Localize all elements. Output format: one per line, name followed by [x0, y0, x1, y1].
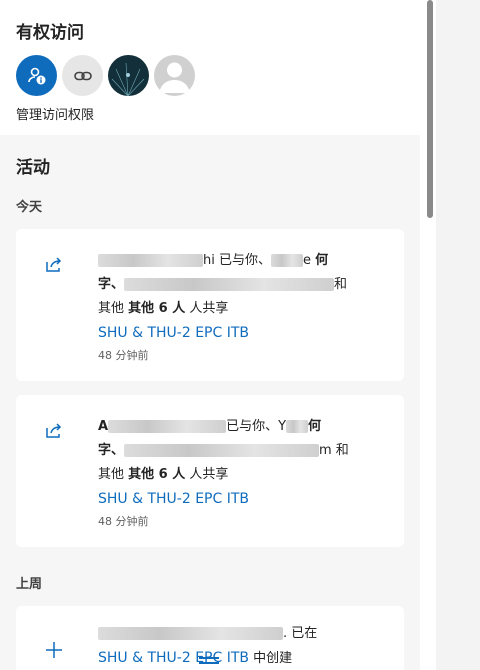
person-name: 字、 [98, 443, 125, 458]
activity-line: hi 已与你、 e 何 [98, 249, 388, 273]
created-text: 中创建 [249, 651, 293, 666]
activity-text: . 已在 SHU & THU-2 EPC ITB 中创建 [98, 622, 388, 670]
others-count: 其他 6 人 [128, 467, 186, 482]
redacted-email [124, 278, 335, 291]
day-label-last-week: 上周 [16, 577, 43, 592]
activity-section: 活动 今天 hi 已与你、 e 何 字、 和 其他 其他 6 人 人共享 SHU … [0, 135, 420, 670]
share-text: 和 [334, 277, 348, 292]
activity-line: A 已与你、Y 何 [98, 415, 388, 439]
share-text: m 和 [319, 443, 349, 458]
right-edge-strip [436, 0, 480, 670]
user-photo-icon [111, 62, 145, 96]
others-count: 其他 6 人 [128, 301, 186, 316]
access-section: 有权访问 管理访问权限 [0, 0, 420, 135]
person-name: A [98, 419, 109, 434]
activity-line: 字、 和 [98, 273, 388, 297]
link-icon [73, 71, 92, 80]
project-link[interactable]: SHU & THU-2 EPC ITB [98, 650, 249, 666]
redacted-name [98, 254, 203, 267]
share-text: hi 已与你、 [203, 253, 271, 268]
handle-line [199, 657, 219, 659]
person-name: 何 [315, 253, 329, 268]
timestamp: 48 分钟前 [98, 349, 149, 362]
activity-line: 其他 其他 6 人 人共享 [98, 463, 388, 487]
card-icon-wrap [44, 415, 70, 533]
share-link-avatar[interactable] [62, 55, 103, 96]
manage-access-avatar[interactable] [16, 55, 57, 96]
access-avatars [16, 55, 404, 96]
project-link[interactable]: SHU & THU-2 EPC ITB [98, 487, 388, 511]
activity-card[interactable]: hi 已与你、 e 何 字、 和 其他 其他 6 人 人共享 SHU & THU-2… [16, 229, 404, 381]
share-text: 其他 [98, 301, 129, 316]
person-name: 何 [308, 419, 322, 434]
activity-text: A 已与你、Y 何 字、 m 和 其他 其他 6 人 人共享 SHU & THU-2 … [98, 415, 388, 533]
share-text: 其他 [98, 467, 129, 482]
card-icon-wrap [44, 249, 70, 367]
manage-access-link[interactable]: 管理访问权限 [16, 104, 404, 123]
day-label-today: 今天 [16, 200, 43, 215]
redacted-name [286, 420, 309, 433]
access-title: 有权访问 [16, 23, 84, 43]
created-text: . 已在 [283, 626, 318, 641]
unknown-user-avatar[interactable] [154, 55, 195, 96]
plus-icon [46, 642, 62, 658]
timestamp: 48 分钟前 [98, 515, 149, 528]
activity-line: . 已在 [98, 622, 388, 646]
share-icon [46, 257, 62, 272]
person-name: 字、 [98, 277, 125, 292]
panel-scrollbar[interactable] [427, 0, 433, 218]
redacted-name [270, 254, 303, 267]
activity-line: 字、 m 和 [98, 439, 388, 463]
redacted-email [124, 444, 320, 457]
activity-line: SHU & THU-2 EPC ITB 中创建 [98, 646, 388, 670]
activity-card[interactable]: A 已与你、Y 何 字、 m 和 其他 其他 6 人 人共享 SHU & THU-2 … [16, 395, 404, 547]
drag-handle-icon[interactable] [199, 657, 219, 667]
share-text: 人共享 [185, 301, 229, 316]
share-text: 人共享 [185, 467, 229, 482]
project-link[interactable]: SHU & THU-2 EPC ITB [98, 321, 388, 345]
activity-text: hi 已与你、 e 何 字、 和 其他 其他 6 人 人共享 SHU & THU-2… [98, 249, 388, 367]
details-panel: 有权访问 管理访问权限 活动 今天 hi 已与你、 e 何 字、 和 其他 其他… [0, 0, 420, 670]
handle-line [199, 662, 219, 664]
people-settings-icon [27, 67, 45, 84]
redacted-name [108, 420, 227, 433]
card-icon-wrap [44, 622, 70, 670]
activity-title: 活动 [16, 158, 50, 178]
share-text: 已与你、Y [226, 419, 287, 434]
activity-line: 其他 其他 6 人 人共享 [98, 297, 388, 321]
redacted-email [98, 627, 283, 640]
share-text: e [302, 253, 316, 268]
person-icon [159, 62, 190, 93]
share-icon [46, 423, 62, 438]
user-photo-avatar[interactable] [108, 55, 149, 96]
